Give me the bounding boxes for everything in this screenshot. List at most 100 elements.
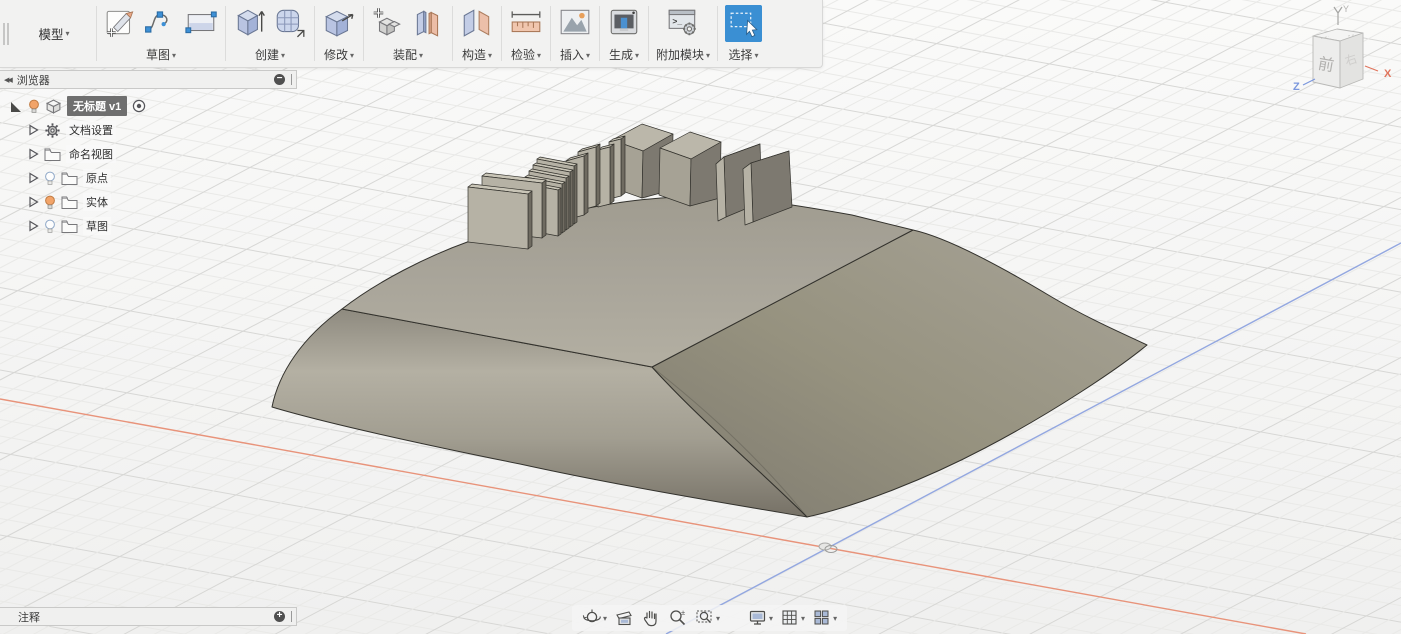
browser-resize-grip[interactable]	[291, 74, 292, 85]
add-comment-icon[interactable]: +	[274, 611, 285, 622]
browser-row-document[interactable]: 无标题 v1	[0, 94, 230, 118]
svg-text:±: ±	[681, 608, 685, 617]
display-settings-icon	[748, 608, 768, 628]
scripts-and-addins-button[interactable]: >_	[666, 5, 700, 39]
fusion360-window: { "toolbar": { "model_menu": "模型", "grou…	[0, 0, 1401, 634]
browser-minimize-icon[interactable]: −	[274, 74, 285, 85]
spline-button[interactable]	[144, 5, 178, 39]
chevron-down-icon: ▾	[755, 51, 759, 60]
chevron-down-icon: ▾	[172, 51, 176, 60]
toolbar-group-label[interactable]: 选择▾	[729, 48, 759, 63]
toolbar-group-select: 选择▾	[718, 0, 769, 67]
gear-icon	[44, 122, 61, 139]
comments-resize-grip[interactable]	[291, 611, 292, 622]
view-cube-y-label: Y	[1343, 4, 1349, 14]
tree-item-label[interactable]: 原点	[83, 169, 111, 187]
toolbar-group-label[interactable]: 插入▾	[560, 48, 590, 63]
view-cube[interactable]: 前 右 X Z Y	[1285, 0, 1401, 110]
visibility-bulb-off-icon[interactable]	[44, 171, 56, 186]
collapsed-triangle-icon[interactable]	[28, 195, 39, 209]
press-pull-button[interactable]	[322, 5, 356, 39]
toolbar-group-label[interactable]: 构造▾	[462, 48, 492, 63]
comments-bar: 注释 +	[0, 607, 297, 626]
collapsed-triangle-icon[interactable]	[28, 147, 39, 161]
toolbar-group-label[interactable]: 修改▾	[324, 48, 354, 63]
document-name-label[interactable]: 无标题 v1	[67, 96, 127, 116]
browser-row-origin[interactable]: 原点	[0, 166, 230, 190]
create-form-button[interactable]	[273, 5, 307, 39]
insert-image-button[interactable]	[558, 5, 592, 39]
svg-text:Z: Z	[1293, 81, 1300, 93]
zoom-icon: ±	[668, 608, 688, 628]
folder-icon	[61, 171, 78, 186]
chevron-down-icon: ▾	[281, 51, 285, 60]
tree-item-label[interactable]: 草图	[83, 217, 111, 235]
folder-icon	[61, 219, 78, 234]
grid-icon	[780, 608, 800, 628]
chevron-down-icon: ▾	[769, 614, 773, 623]
expanded-triangle-icon[interactable]	[10, 99, 23, 114]
grid-display-button[interactable]: ▾	[780, 608, 805, 628]
two-point-rectangle-button[interactable]	[184, 5, 218, 39]
construction-plane-button[interactable]	[460, 5, 494, 39]
measure-button[interactable]	[509, 5, 543, 39]
new-component-button[interactable]	[371, 5, 405, 39]
browser-row-doc-settings[interactable]: 文档设置	[0, 118, 230, 142]
toolbar-drag-grip[interactable]	[0, 0, 12, 67]
select-button[interactable]	[725, 5, 762, 42]
zoom-button[interactable]: ±	[668, 608, 688, 628]
collapsed-triangle-icon[interactable]	[28, 123, 39, 137]
display-settings-button[interactable]: ▾	[748, 608, 773, 628]
create-sketch-button[interactable]	[104, 5, 138, 39]
chevron-down-icon: ▾	[350, 51, 354, 60]
viewports-icon	[812, 608, 832, 628]
make-button[interactable]	[607, 5, 641, 39]
visibility-bulb-on-icon[interactable]	[44, 195, 56, 210]
collapsed-triangle-icon[interactable]	[28, 219, 39, 233]
tree-item-label[interactable]: 文档设置	[66, 121, 116, 139]
toolbar-group-label[interactable]: 附加模块▾	[656, 48, 710, 63]
browser-row-sketches[interactable]: 草图	[0, 214, 230, 238]
toolbar-group-sketch: 草图▾	[97, 0, 225, 67]
activate-radio-icon[interactable]	[132, 99, 146, 113]
view-cube-y-axis	[1334, 7, 1342, 25]
toolbar-group-label[interactable]: 生成▾	[609, 48, 639, 63]
toolbar-group-make: 生成▾	[600, 0, 648, 67]
toolbar-group-label[interactable]: 检验▾	[511, 48, 541, 63]
viewports-button[interactable]: ▾	[812, 608, 837, 628]
visibility-bulb-icon[interactable]	[28, 99, 40, 114]
svg-text:X: X	[1384, 68, 1392, 80]
chevron-down-icon: ▾	[833, 614, 837, 623]
tree-item-label[interactable]: 命名视图	[66, 145, 116, 163]
browser-title: 浏览器	[17, 72, 274, 88]
zoom-window-button[interactable]: ▾	[695, 608, 720, 628]
toolbar-group-label[interactable]: 草图▾	[146, 48, 176, 63]
view-cube-front-label[interactable]: 前	[1317, 55, 1336, 76]
navigation-toolbar: ▾ ± ▾ ▾ ▾ ▾	[572, 605, 847, 631]
workspace-menu-button[interactable]: 模型▾	[12, 0, 96, 67]
look-at-button[interactable]	[614, 608, 634, 628]
chevron-down-icon: ▾	[419, 51, 423, 60]
chevron-down-icon: ▾	[488, 51, 492, 60]
toolbar-group-assemble: 装配▾	[364, 0, 452, 67]
extrude-button[interactable]	[233, 5, 267, 39]
browser-row-bodies[interactable]: 实体	[0, 190, 230, 214]
collapsed-triangle-icon[interactable]	[28, 171, 39, 185]
toolbar-group-label[interactable]: 装配▾	[393, 48, 423, 63]
look-at-icon	[614, 608, 634, 628]
tree-item-label[interactable]: 实体	[83, 193, 111, 211]
top-toolbar: 模型▾ 草图▾	[0, 0, 823, 68]
browser-row-named-views[interactable]: 命名视图	[0, 142, 230, 166]
workspace-menu-label: 模型	[38, 24, 63, 43]
collapse-browser-icon[interactable]: ◀◀	[4, 76, 11, 84]
visibility-bulb-off-icon[interactable]	[44, 219, 56, 234]
toolbar-group-label[interactable]: 创建▾	[255, 48, 285, 63]
pan-hand-icon	[641, 608, 661, 628]
chevron-down-icon: ▾	[716, 614, 720, 623]
joint-button[interactable]	[411, 5, 445, 39]
chevron-down-icon: ▾	[603, 614, 607, 623]
orbit-button[interactable]: ▾	[582, 608, 607, 628]
toolbar-group-insert: 插入▾	[551, 0, 599, 67]
pan-button[interactable]	[641, 608, 661, 628]
view-cube-z-axis: Z	[1293, 79, 1315, 93]
